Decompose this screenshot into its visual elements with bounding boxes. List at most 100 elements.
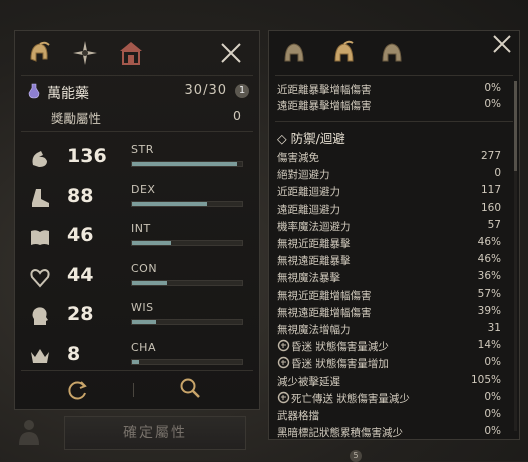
stat-row-cha[interactable]: 8 CHA bbox=[29, 341, 251, 371]
stat-detail-row: 無視遠距離暴擊 46% bbox=[277, 252, 509, 269]
stat-detail-value: 105% bbox=[470, 373, 501, 386]
elixir-label: 萬能藥 bbox=[47, 86, 89, 102]
stat-bar bbox=[131, 200, 243, 207]
stat-detail-label: 昏迷 狀態傷害量增加 bbox=[291, 358, 389, 371]
stat-detail-label: 傷害減免 bbox=[277, 152, 319, 164]
stat-detail-label: 遠距離迴避力 bbox=[277, 203, 340, 216]
stat-abbr: CON bbox=[131, 261, 158, 275]
stat-detail-label: 無視魔法暴擊 bbox=[277, 272, 340, 285]
stat-detail-value: 117 bbox=[480, 184, 501, 197]
stat-detail-value: 0% bbox=[484, 82, 501, 94]
stat-value: 28 bbox=[67, 303, 94, 325]
helmet-gold-icon[interactable] bbox=[331, 39, 357, 67]
stats-panel-header bbox=[15, 31, 259, 75]
stat-bar bbox=[131, 279, 243, 286]
stat-value: 136 bbox=[67, 145, 107, 167]
bonus-stat-value: 0 bbox=[233, 108, 241, 123]
stat-detail-value: 160 bbox=[480, 201, 501, 214]
stat-detail-row: 近距離迴避力 117 bbox=[277, 183, 509, 200]
helmet-icon[interactable] bbox=[281, 39, 307, 67]
stat-detail-value: 0% bbox=[484, 425, 501, 438]
stat-bar-fill bbox=[132, 320, 157, 324]
stat-detail-label: 近距離暴擊增幅傷害 bbox=[277, 84, 372, 96]
stat-detail-value: 31 bbox=[487, 322, 501, 334]
stat-abbr: STR bbox=[131, 143, 154, 156]
stat-detail-label: 絕對迴避力 bbox=[277, 169, 330, 182]
stat-bar-fill bbox=[132, 280, 168, 285]
stats-panel: 萬能藥 30/30 1 獎勵屬性 0 136 STR 88 DEX 46 INT 44 CON… bbox=[14, 30, 260, 410]
stat-abbr: CHA bbox=[131, 340, 156, 354]
stat-detail-row: 傷害減免 277 bbox=[277, 149, 509, 166]
stat-bar-fill bbox=[132, 201, 207, 206]
defense-section-title: ◇ 防禦/迴避 bbox=[277, 131, 345, 146]
stat-row-con[interactable]: 44 CON bbox=[29, 262, 251, 292]
stat-detail-row: 遠距離迴避力 160 bbox=[277, 201, 509, 218]
stat-detail-row: 無視魔法增幅力 31 bbox=[277, 321, 509, 338]
hotkey-badge: 5 bbox=[350, 450, 362, 462]
stat-detail-row: 昏迷 狀態傷害量減少 14% bbox=[277, 338, 509, 355]
helmet-plume-icon[interactable] bbox=[379, 39, 405, 67]
stat-detail-row: 絕對迴避力 0 bbox=[277, 166, 509, 183]
stat-detail-row: 無視近距離暴擊 46% bbox=[277, 235, 509, 252]
stat-detail-value: 39% bbox=[477, 304, 501, 317]
stat-detail-row: 無視近距離增幅傷害 57% bbox=[277, 287, 509, 304]
stat-detail-label: 機率魔法迴避力 bbox=[277, 220, 351, 233]
stats-panel-footer bbox=[15, 371, 259, 409]
magnifier-icon[interactable] bbox=[179, 377, 201, 399]
reset-icon[interactable] bbox=[67, 379, 89, 401]
stat-detail-label: 死亡傳送 狀態傷害量減少 bbox=[291, 392, 410, 405]
stat-abbr: WIS bbox=[131, 301, 154, 314]
stat-value: 88 bbox=[67, 184, 94, 207]
stat-detail-value: 46% bbox=[477, 236, 501, 248]
stat-detail-value: 0% bbox=[484, 356, 501, 369]
stat-detail-value: 0 bbox=[494, 167, 501, 180]
elixir-value: 30/30 bbox=[184, 83, 227, 98]
star-emblem-icon[interactable] bbox=[71, 39, 99, 67]
stat-row-str[interactable]: 136 STR bbox=[29, 143, 251, 173]
stat-bar bbox=[131, 358, 243, 365]
stat-detail-row: 近距離暴擊增幅傷害 0% bbox=[277, 81, 509, 98]
stat-row-int[interactable]: 46 INT bbox=[29, 222, 251, 252]
stat-detail-value: 0% bbox=[484, 98, 501, 110]
status-effect-icon bbox=[277, 391, 290, 403]
stat-detail-label: 武器格擋 bbox=[277, 410, 319, 422]
scrollbar-thumb[interactable] bbox=[514, 81, 517, 171]
divider bbox=[21, 131, 253, 132]
stat-row-dex[interactable]: 88 DEX bbox=[29, 183, 251, 213]
stat-bar bbox=[131, 240, 243, 246]
bonus-stat-label: 獎勵屬性 bbox=[51, 111, 102, 126]
stat-detail-label: 減少被擊延遲 bbox=[277, 375, 340, 388]
stat-detail-value: 57% bbox=[477, 287, 501, 300]
stat-detail-label: 無視近距離增幅傷害 bbox=[277, 289, 372, 302]
boot-icon bbox=[32, 188, 49, 207]
close-icon[interactable] bbox=[491, 33, 513, 55]
status-effect-icon bbox=[277, 357, 290, 369]
detail-stats-panel: 近距離暴擊增幅傷害 0% 遠距離暴擊增幅傷害 0% ◇ 防禦/迴避 傷害減免 277 絕對… bbox=[268, 30, 520, 440]
status-effect-icon bbox=[277, 339, 290, 352]
stat-detail-label: 無視遠距離增幅傷害 bbox=[277, 306, 372, 319]
stat-detail-label: 近距離迴避力 bbox=[277, 186, 340, 199]
confirm-stats-button[interactable]: 確定屬性 bbox=[64, 416, 246, 450]
stat-bar-fill bbox=[132, 162, 237, 166]
stat-row-wis[interactable]: 28 WIS bbox=[29, 301, 251, 331]
shrine-icon[interactable] bbox=[117, 39, 145, 67]
scrollbar[interactable] bbox=[514, 81, 517, 431]
stat-abbr: INT bbox=[131, 222, 151, 235]
helmet-icon[interactable] bbox=[25, 39, 53, 67]
crown-icon bbox=[31, 348, 49, 363]
bonus-stat-row: 獎勵屬性 0 bbox=[51, 108, 241, 126]
stat-bar bbox=[131, 319, 243, 325]
stat-value: 44 bbox=[67, 263, 94, 286]
close-icon[interactable] bbox=[219, 41, 243, 65]
divider bbox=[21, 75, 253, 76]
stat-detail-value: 14% bbox=[477, 339, 501, 352]
stat-detail-value: 0% bbox=[484, 390, 501, 403]
stat-detail-row: 減少被擊延遲 105% bbox=[277, 373, 509, 390]
elixir-row[interactable]: 萬能藥 30/30 1 bbox=[25, 81, 251, 103]
stat-detail-label: 黑暗標記狀態累積傷害減少 bbox=[277, 427, 403, 440]
stat-detail-row: 機率魔法迴避力 57 bbox=[277, 218, 509, 235]
stat-detail-value: 46% bbox=[477, 253, 501, 266]
elixir-badge[interactable]: 1 bbox=[235, 84, 249, 98]
stat-detail-label: 無視遠距離暴擊 bbox=[277, 255, 351, 268]
heart-icon bbox=[30, 268, 50, 288]
